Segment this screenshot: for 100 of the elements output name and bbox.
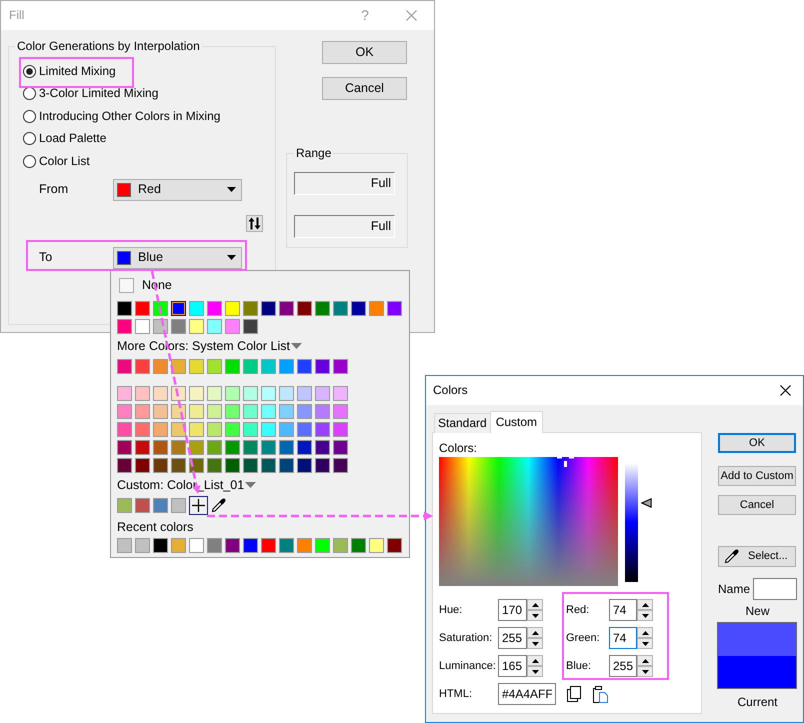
number-field[interactable]: 255 xyxy=(498,627,527,649)
paste-icon[interactable] xyxy=(592,686,608,702)
tab[interactable]: Custom xyxy=(490,411,544,433)
color-swatch[interactable] xyxy=(207,386,222,401)
color-swatch[interactable] xyxy=(171,498,186,513)
dialog-button[interactable]: Cancel xyxy=(718,495,796,515)
color-swatch[interactable] xyxy=(297,404,312,419)
slider-thumb[interactable] xyxy=(641,498,652,508)
color-swatch[interactable] xyxy=(135,440,150,455)
color-swatch[interactable] xyxy=(207,319,222,334)
color-swatch[interactable] xyxy=(279,386,294,401)
color-swatch[interactable] xyxy=(171,386,186,401)
color-swatch[interactable] xyxy=(315,422,330,437)
select-button[interactable]: Select... xyxy=(718,546,796,567)
radio-button[interactable] xyxy=(23,132,36,146)
color-swatch[interactable] xyxy=(279,422,294,437)
number-field[interactable]: 74 xyxy=(609,599,637,621)
radio-button[interactable] xyxy=(23,110,36,123)
color-swatch[interactable] xyxy=(189,440,204,455)
color-swatch[interactable] xyxy=(135,319,150,334)
color-swatch[interactable] xyxy=(189,404,204,419)
color-swatch[interactable] xyxy=(135,301,150,316)
color-swatch[interactable] xyxy=(135,538,150,553)
spin-up-button[interactable] xyxy=(637,655,653,666)
color-swatch[interactable] xyxy=(153,422,168,437)
color-swatch[interactable] xyxy=(135,422,150,437)
color-swatch[interactable] xyxy=(189,386,204,401)
color-swatch[interactable] xyxy=(333,538,348,553)
color-swatch[interactable] xyxy=(261,422,276,437)
spin-up-button[interactable] xyxy=(527,627,543,638)
color-swatch[interactable] xyxy=(297,458,312,473)
color-swatch[interactable] xyxy=(207,422,222,437)
color-swatch[interactable] xyxy=(297,538,312,553)
range-field[interactable]: Full xyxy=(294,215,395,238)
color-swatch[interactable] xyxy=(117,422,132,437)
color-swatch[interactable] xyxy=(243,440,258,455)
spin-down-button[interactable] xyxy=(637,666,653,677)
color-swatch[interactable] xyxy=(171,422,186,437)
color-swatch[interactable] xyxy=(117,538,132,553)
spin-down-button[interactable] xyxy=(527,666,543,677)
color-swatch[interactable] xyxy=(315,359,330,374)
color-swatch[interactable] xyxy=(279,404,294,419)
color-swatch[interactable] xyxy=(351,538,366,553)
color-swatch[interactable] xyxy=(243,386,258,401)
color-swatch[interactable] xyxy=(171,301,186,316)
color-swatch[interactable] xyxy=(351,301,366,316)
color-swatch[interactable] xyxy=(279,440,294,455)
radio-label[interactable]: Load Palette xyxy=(39,131,106,146)
dialog-button[interactable]: Add to Custom xyxy=(718,466,796,486)
radio-button[interactable] xyxy=(23,154,36,168)
color-swatch[interactable] xyxy=(207,404,222,419)
color-swatch[interactable] xyxy=(171,538,186,553)
color-swatch[interactable] xyxy=(279,538,294,553)
color-swatch[interactable] xyxy=(207,301,222,316)
radio-label[interactable]: Color List xyxy=(39,154,90,169)
color-swatch[interactable] xyxy=(117,498,132,513)
color-swatch[interactable] xyxy=(153,458,168,473)
dialog-button[interactable]: Cancel xyxy=(322,77,407,100)
color-swatch[interactable] xyxy=(153,359,168,374)
color-swatch[interactable] xyxy=(279,458,294,473)
color-swatch[interactable] xyxy=(171,440,186,455)
eyedropper-icon[interactable] xyxy=(211,498,226,513)
spin-down-button[interactable] xyxy=(527,638,543,649)
color-swatch[interactable] xyxy=(315,386,330,401)
color-swatch[interactable] xyxy=(153,498,168,513)
color-swatch[interactable] xyxy=(261,538,276,553)
checkbox[interactable] xyxy=(119,278,134,293)
spin-up-button[interactable] xyxy=(637,627,653,638)
color-swatch[interactable] xyxy=(243,538,258,553)
color-swatch[interactable] xyxy=(225,538,240,553)
color-swatch[interactable] xyxy=(315,404,330,419)
eyedropper-icon[interactable] xyxy=(724,549,739,564)
color-swatch[interactable] xyxy=(261,359,276,374)
color-swatch[interactable] xyxy=(297,440,312,455)
color-swatch[interactable] xyxy=(225,458,240,473)
color-swatch[interactable] xyxy=(207,538,222,553)
color-swatch[interactable] xyxy=(153,440,168,455)
color-swatch[interactable] xyxy=(153,404,168,419)
color-swatch[interactable] xyxy=(333,386,348,401)
color-swatch[interactable] xyxy=(315,458,330,473)
color-swatch[interactable] xyxy=(225,319,240,334)
color-swatch[interactable] xyxy=(225,359,240,374)
color-swatch[interactable] xyxy=(297,359,312,374)
color-swatch[interactable] xyxy=(135,404,150,419)
color-swatch[interactable] xyxy=(243,319,258,334)
spin-up-button[interactable] xyxy=(527,655,543,666)
color-swatch[interactable] xyxy=(333,422,348,437)
color-swatch[interactable] xyxy=(171,359,186,374)
add-color-button[interactable] xyxy=(189,496,208,515)
color-swatch[interactable] xyxy=(207,458,222,473)
dialog-button[interactable]: OK xyxy=(718,433,796,453)
color-swatch[interactable] xyxy=(243,301,258,316)
number-field[interactable]: 255 xyxy=(609,655,637,677)
color-swatch[interactable] xyxy=(117,319,132,334)
number-field[interactable]: 170 xyxy=(498,599,527,621)
radio-label[interactable]: 3-Color Limited Mixing xyxy=(39,86,158,102)
color-swatch[interactable] xyxy=(189,538,204,553)
color-swatch[interactable] xyxy=(297,386,312,401)
spin-down-button[interactable] xyxy=(637,610,653,621)
color-swatch[interactable] xyxy=(117,404,132,419)
